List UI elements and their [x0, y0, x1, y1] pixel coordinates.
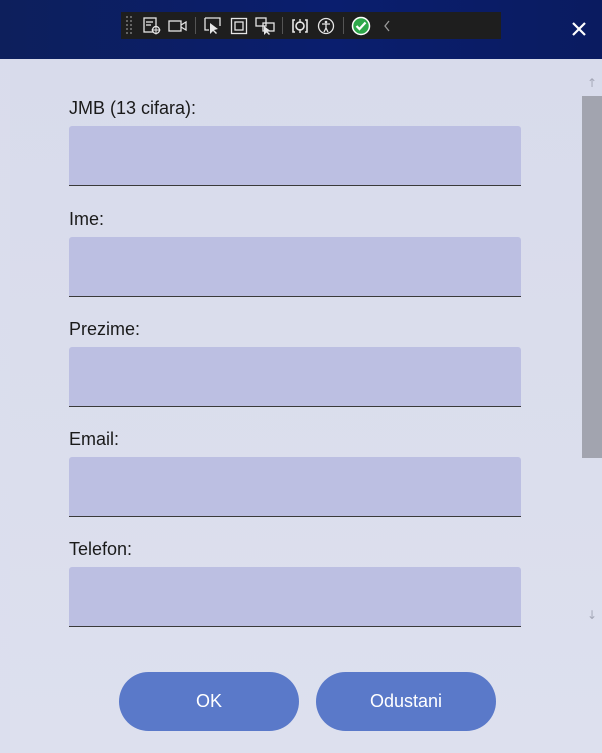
scroll-thumb[interactable] [582, 96, 602, 458]
cancel-button[interactable]: Odustani [316, 672, 496, 731]
toolbar-separator [343, 17, 344, 34]
scroll-down-arrow-icon[interactable]: ↓ [585, 608, 599, 622]
prezime-input[interactable] [69, 347, 521, 407]
ime-input[interactable] [69, 237, 521, 297]
accessibility-icon[interactable] [313, 12, 339, 39]
toolbar-separator [282, 17, 283, 34]
track-focus-icon[interactable] [252, 12, 278, 39]
close-icon[interactable] [568, 18, 590, 40]
email-label: Email: [69, 429, 120, 449]
scroll-up-arrow-icon[interactable]: ↑ [585, 76, 599, 90]
telefon-label: Telefon: [69, 539, 133, 559]
telefon-input[interactable] [69, 567, 521, 627]
jmb-label: JMB (13 cifara): [69, 98, 197, 118]
display-layout-adorners-icon[interactable] [226, 12, 252, 39]
xaml-debug-toolbar [121, 12, 501, 39]
toolbar-separator [195, 17, 196, 34]
toolbar-grip-icon[interactable] [125, 15, 133, 36]
binding-failures-check-icon[interactable] [348, 12, 374, 39]
live-visual-tree-icon[interactable] [139, 12, 165, 39]
vertical-scrollbar[interactable]: ↑ ↓ [582, 70, 602, 630]
ime-label: Ime: [69, 209, 105, 229]
collapse-chevron-icon[interactable] [374, 12, 400, 39]
hot-reload-icon[interactable] [287, 12, 313, 39]
video-icon[interactable] [165, 12, 191, 39]
email-input[interactable] [69, 457, 521, 517]
select-element-icon[interactable] [200, 12, 226, 39]
title-bar [0, 0, 602, 59]
jmb-input[interactable] [69, 126, 521, 186]
prezime-label: Prezime: [69, 319, 141, 339]
ok-button[interactable]: OK [119, 672, 299, 731]
